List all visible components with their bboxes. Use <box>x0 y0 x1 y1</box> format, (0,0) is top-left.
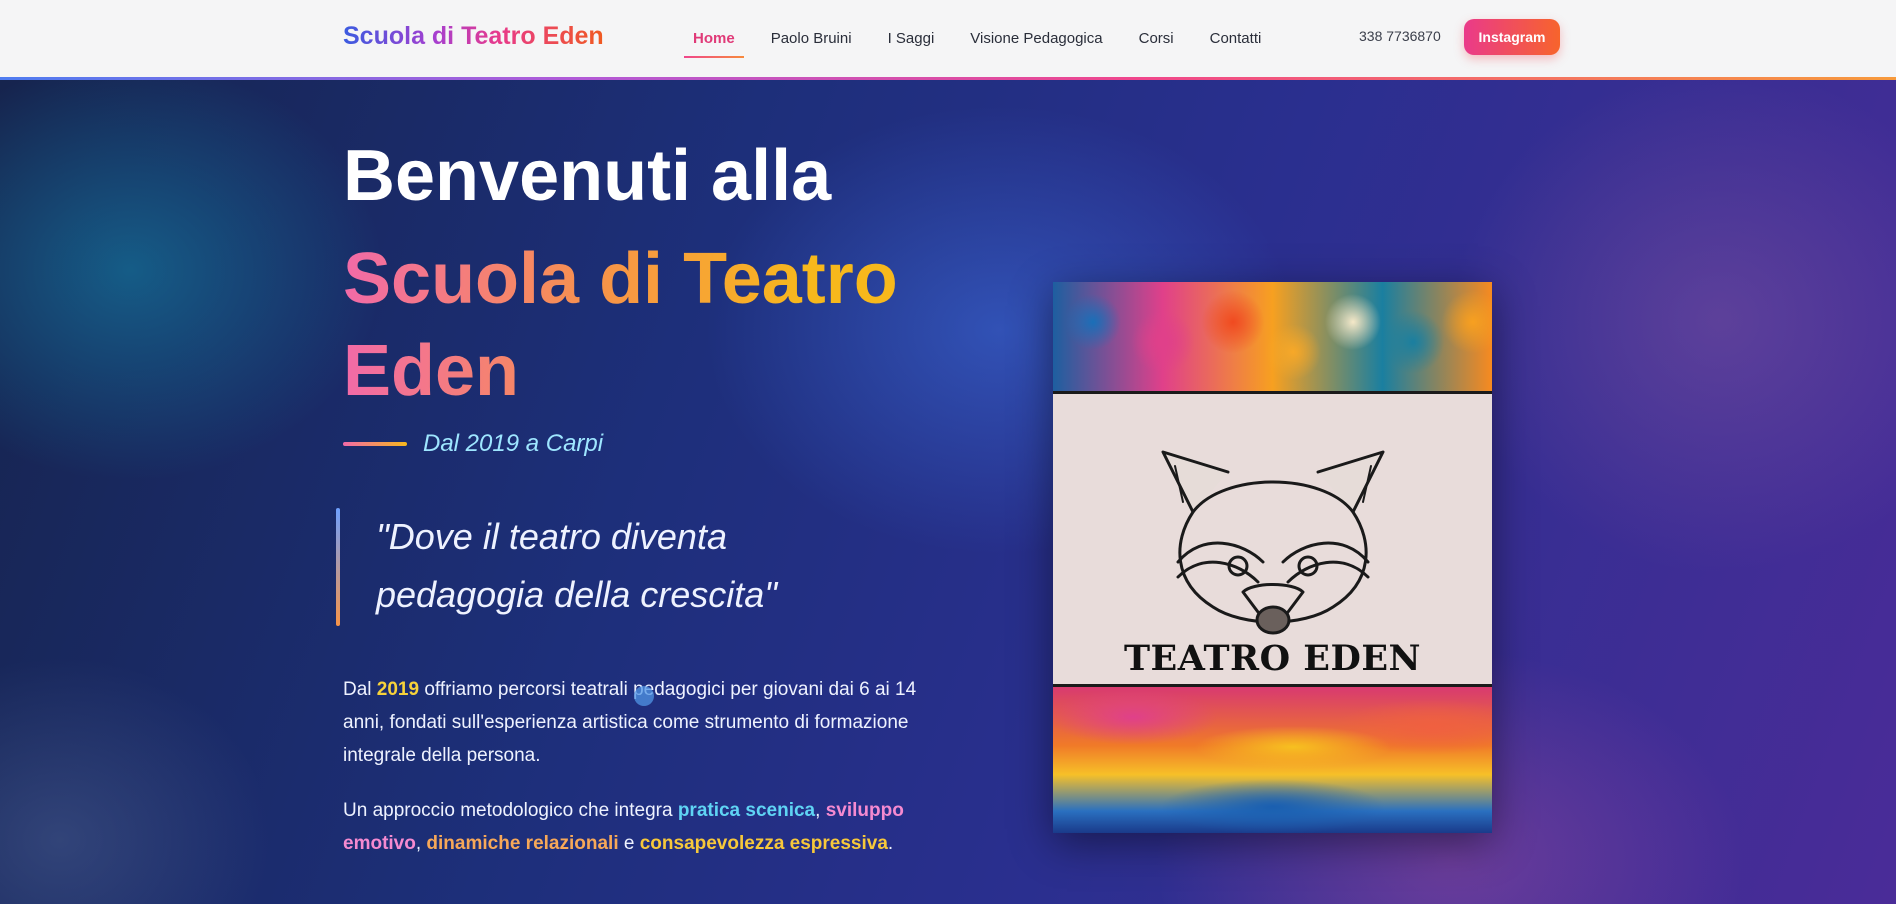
nav-item-visione-pedagogica[interactable]: Visione Pedagogica <box>961 22 1111 56</box>
nav-item-i-saggi[interactable]: I Saggi <box>879 22 944 56</box>
instagram-button[interactable]: Instagram <box>1464 19 1560 55</box>
quote-accent-bar <box>336 508 340 626</box>
highlight-dinamiche-relazionali: dinamiche relazionali <box>426 833 619 854</box>
poster-top-paint <box>1053 282 1492 394</box>
p2-sep2: , <box>415 833 427 854</box>
main-menu: Home Paolo Bruini I Saggi Visione Pedago… <box>684 0 1288 77</box>
hero-section: Benvenuti alla Scuola di Teatro Eden Dal… <box>0 80 1896 904</box>
poster-bottom-paint <box>1053 684 1492 833</box>
poster-title: TEATRO EDEN <box>1124 638 1421 679</box>
p2-end: . <box>887 833 894 854</box>
p2-sep3: e <box>618 833 640 854</box>
mouse-cursor-indicator <box>634 686 654 706</box>
teatro-eden-poster: TEATRO EDEN <box>1053 282 1492 833</box>
p1-text-after: offriamo percorsi teatrali pedagogici pe… <box>343 679 917 766</box>
raccoon-icon <box>1161 450 1385 635</box>
brand-logo[interactable]: Scuola di Teatro Eden <box>343 22 604 51</box>
p2-text-before: Un approccio metodologico che integra <box>343 800 678 821</box>
intro-paragraph: Dal 2019 offriamo percorsi teatrali peda… <box>343 673 923 772</box>
p1-text-before: Dal <box>343 679 377 700</box>
hero-title-line1: Benvenuti alla <box>343 136 832 216</box>
highlight-pratica-scenica: pratica scenica <box>677 800 816 821</box>
hero-subtitle-row: Dal 2019 a Carpi <box>343 430 603 458</box>
top-navbar: Scuola di Teatro Eden Home Paolo Bruini … <box>0 0 1896 77</box>
p2-sep1: , <box>815 800 826 821</box>
hero-quote: "Dove il teatro diventa pedagogia della … <box>336 508 896 626</box>
approach-paragraph: Un approccio metodologico che integra pr… <box>343 794 923 860</box>
phone-link[interactable]: 338 7736870 <box>1359 28 1441 44</box>
quote-text: "Dove il teatro diventa pedagogia della … <box>376 516 778 615</box>
p1-year-highlight: 2019 <box>376 679 420 700</box>
nav-item-corsi[interactable]: Corsi <box>1130 22 1183 56</box>
nav-item-contatti[interactable]: Contatti <box>1201 22 1271 56</box>
highlight-consapevolezza-espressiva: consapevolezza espressiva <box>639 833 888 854</box>
hero-subtitle: Dal 2019 a Carpi <box>423 430 604 457</box>
nav-item-home[interactable]: Home <box>684 22 744 58</box>
nav-item-paolo-bruini[interactable]: Paolo Bruini <box>762 22 861 56</box>
hero-title-line2: Scuola di Teatro Eden <box>343 233 923 417</box>
subtitle-accent-line <box>343 442 407 446</box>
